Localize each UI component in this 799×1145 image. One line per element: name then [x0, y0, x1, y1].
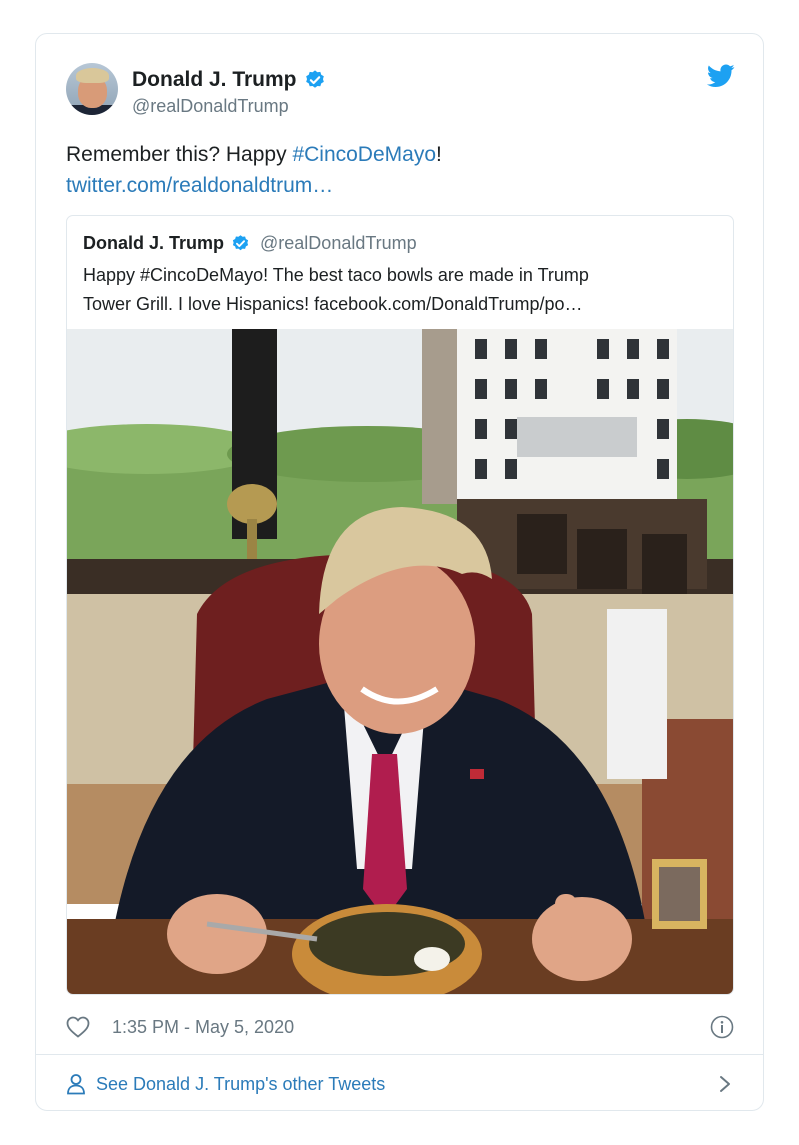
quoted-tweet-text: Happy #CincoDeMayo! The best taco bowls … [83, 261, 713, 319]
quoted-author-name[interactable]: Donald J. Trump [83, 233, 224, 254]
tweet-text: Remember this? Happy #CincoDeMayo! twitt… [66, 139, 442, 201]
verified-badge-icon [232, 235, 249, 251]
embedded-tweet-card: Donald J. Trump @realDonaldTrump Remembe… [35, 33, 764, 1111]
other-tweets-label[interactable]: See Donald J. Trump's other Tweets [96, 1074, 385, 1095]
other-tweets-link[interactable]: See Donald J. Trump's other Tweets [66, 1071, 734, 1097]
info-icon[interactable] [710, 1015, 734, 1039]
author-avatar[interactable] [66, 63, 118, 115]
author-name-row[interactable]: Donald J. Trump [132, 68, 326, 92]
chevron-right-icon[interactable] [718, 1075, 732, 1093]
tweet-text-suffix: ! [436, 143, 442, 166]
quoted-tweet-photo[interactable] [67, 329, 733, 995]
quoted-text-line-1: Happy #CincoDeMayo! The best taco bowls … [83, 265, 589, 285]
tweet-meta: 1:35 PM - May 5, 2020 [66, 1014, 734, 1040]
quoted-author-handle[interactable]: @realDonaldTrump [260, 233, 417, 254]
heart-icon[interactable] [66, 1016, 90, 1038]
tweet-url-link[interactable]: twitter.com/realdonaldtrum… [66, 174, 333, 197]
quoted-tweet-header: Donald J. Trump @realDonaldTrump [83, 233, 417, 254]
person-icon [67, 1074, 85, 1095]
verified-badge-icon [305, 70, 324, 88]
author-block: Donald J. Trump @realDonaldTrump [132, 68, 326, 117]
author-handle[interactable]: @realDonaldTrump [132, 96, 326, 117]
quoted-tweet[interactable]: Donald J. Trump @realDonaldTrump Happy #… [66, 215, 734, 995]
author-name[interactable]: Donald J. Trump [132, 68, 297, 92]
twitter-bird-icon[interactable] [707, 64, 735, 88]
quoted-text-line-2: Tower Grill. I love Hispanics! facebook.… [83, 294, 583, 314]
hashtag-link[interactable]: #CincoDeMayo [292, 143, 436, 166]
tweet-timestamp[interactable]: 1:35 PM - May 5, 2020 [112, 1017, 294, 1038]
tweet-text-prefix: Remember this? Happy [66, 143, 293, 166]
footer-divider [36, 1054, 763, 1055]
